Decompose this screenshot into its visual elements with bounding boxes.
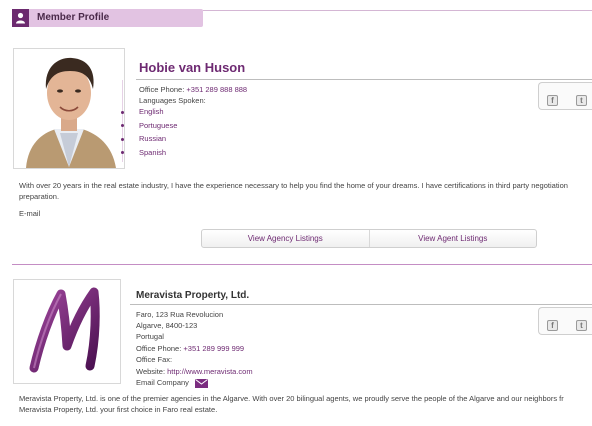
company-website: Website: http://www.meravista.com: [136, 367, 253, 376]
language-item: Russian: [139, 134, 167, 143]
bullet-icon: [121, 138, 124, 141]
bullet-icon: [121, 111, 124, 114]
agent-bio-line: With over 20 years in the real estate in…: [19, 181, 568, 190]
twitter-icon[interactable]: t: [576, 320, 587, 331]
listing-buttons: View Agency Listings View Agent Listings: [201, 229, 537, 248]
company-address-line: Faro, 123 Rua Revolucion: [136, 310, 224, 319]
company-address-line: Algarve, 8400-123: [136, 321, 198, 330]
email-company-link[interactable]: Email Company: [136, 378, 209, 388]
website-link[interactable]: http://www.meravista.com: [167, 367, 252, 376]
agent-photo: [13, 48, 125, 169]
view-agency-listings-button[interactable]: View Agency Listings: [202, 230, 369, 247]
agent-email-link[interactable]: E-mail: [19, 209, 40, 218]
view-agent-listings-button[interactable]: View Agent Listings: [368, 230, 537, 247]
bullet-icon: [121, 151, 124, 154]
office-phone-label: Office Phone:: [136, 344, 182, 353]
company-divider: [130, 304, 592, 305]
office-phone-label: Office Phone:: [139, 85, 185, 94]
user-icon: [12, 9, 29, 27]
company-bio-line: Meravista Property, Ltd. your first choi…: [19, 405, 218, 414]
languages-label: Languages Spoken:: [139, 96, 206, 105]
facebook-icon[interactable]: f: [547, 95, 558, 106]
agent-bio: With over 20 years in the real estate in…: [19, 180, 592, 202]
company-social-share: f t: [538, 307, 592, 335]
language-item: English: [139, 107, 164, 116]
company-name: Meravista Property, Ltd.: [136, 290, 250, 301]
facebook-icon[interactable]: f: [547, 320, 558, 331]
agent-social-share: f t: [538, 82, 592, 110]
section-divider: [12, 264, 592, 265]
office-phone-value: +351 289 888 888: [186, 85, 248, 94]
header-divider: [203, 10, 592, 11]
language-bullet-line: [122, 80, 123, 162]
company-bio-line: Meravista Property, Ltd. is one of the p…: [19, 394, 564, 403]
agent-office-phone: Office Phone: +351 289 888 888: [139, 85, 247, 95]
office-phone-value: +351 289 999 999: [183, 344, 245, 353]
company-office-phone: Office Phone: +351 289 999 999: [136, 344, 244, 353]
agent-bio-line: preparation.: [19, 192, 60, 201]
company-logo: [13, 279, 121, 384]
language-item: Portuguese: [139, 121, 178, 130]
agent-name: Hobie van Huson: [139, 60, 246, 75]
company-country: Portugal: [136, 332, 164, 341]
twitter-icon[interactable]: t: [576, 95, 587, 106]
email-company-label[interactable]: Email Company: [136, 378, 189, 387]
language-item: Spanish: [139, 148, 167, 157]
website-label: Website:: [136, 367, 166, 376]
bullet-icon: [121, 124, 124, 127]
page-title: Member Profile: [37, 12, 110, 23]
company-bio: Meravista Property, Ltd. is one of the p…: [19, 393, 592, 415]
name-divider: [136, 79, 592, 80]
company-office-fax: Office Fax:: [136, 355, 173, 364]
envelope-icon[interactable]: [195, 378, 209, 388]
